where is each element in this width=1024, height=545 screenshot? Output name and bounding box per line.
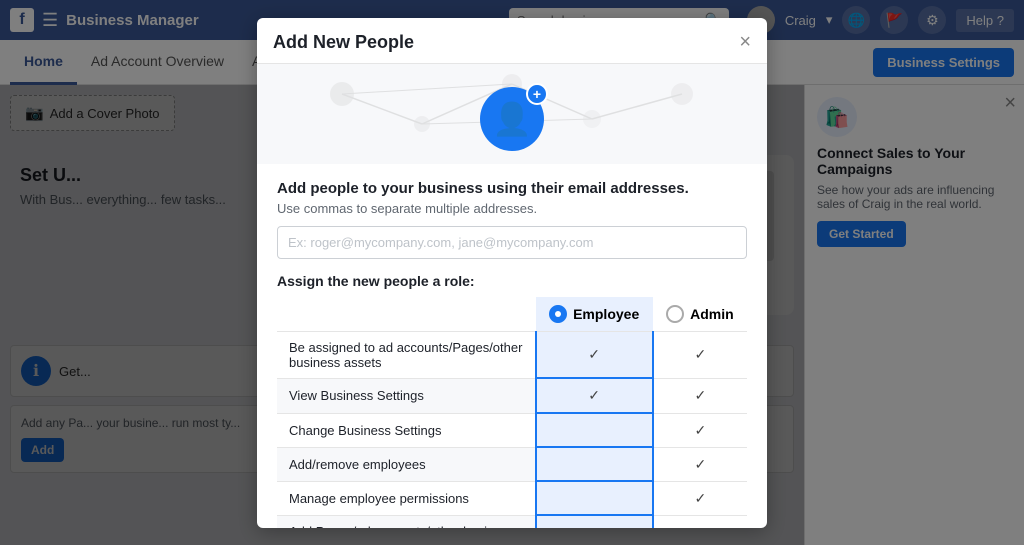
admin-radio-group[interactable]: Admin [665,305,735,323]
employee-check-cell [536,481,653,515]
email-input[interactable] [277,226,747,259]
admin-label: Admin [690,306,734,322]
employee-check-cell [536,413,653,447]
table-row: Be assigned to ad accounts/Pages/other b… [277,331,747,378]
employee-label: Employee [573,306,639,322]
checkmark-icon: ✓ [695,456,707,472]
table-row: Add/remove employees ✓ [277,447,747,481]
modal-title: Add New People [273,32,414,53]
checkmark-icon: ✓ [695,490,707,506]
instructions-title: Add people to your business using their … [277,180,747,197]
feature-label: Be assigned to ad accounts/Pages/other b… [277,331,536,378]
person-add-icon: 👤 + [480,87,544,151]
role-section-label: Assign the new people a role: [277,273,747,289]
employee-radio-checked[interactable] [549,305,567,323]
table-row: Add Pages/ad accounts/other business ass… [277,515,747,528]
feature-label: Add/remove employees [277,447,536,481]
instructions-sub: Use commas to separate multiple addresse… [277,201,747,216]
admin-check-cell: ✓ [653,481,747,515]
table-row: Manage employee permissions ✓ [277,481,747,515]
admin-check-cell: ✓ [653,378,747,413]
role-section: Assign the new people a role: Employee [277,273,747,528]
feature-label: Add Pages/ad accounts/other business ass… [277,515,536,528]
table-row: Change Business Settings ✓ [277,413,747,447]
employee-column-header[interactable]: Employee [536,297,653,332]
person-silhouette-icon: 👤 [492,100,532,138]
checkmark-icon: ✓ [588,346,600,362]
employee-check-cell [536,515,653,528]
admin-radio-unchecked[interactable] [666,305,684,323]
admin-check-cell: ✓ [653,331,747,378]
table-row: View Business Settings ✓ ✓ [277,378,747,413]
role-table: Employee Admin Be assigned [277,297,747,528]
checkmark-icon: ✓ [695,387,707,403]
modal-overlay: Add New People × 👤 + [0,0,1024,545]
plus-badge-icon: + [526,83,548,105]
feature-label: Manage employee permissions [277,481,536,515]
checkmark-icon: ✓ [588,387,600,403]
feature-label: Change Business Settings [277,413,536,447]
admin-column-header[interactable]: Admin [653,297,747,332]
employee-radio-group[interactable]: Employee [548,305,641,323]
modal-body: Add people to your business using their … [257,164,767,528]
modal-close-button[interactable]: × [739,32,751,52]
checkmark-icon: ✓ [695,346,707,362]
admin-check-cell: ✓ [653,413,747,447]
employee-check-cell: ✓ [536,378,653,413]
employee-check-cell: ✓ [536,331,653,378]
checkmark-icon: ✓ [695,422,707,438]
admin-check-cell: ✓ [653,447,747,481]
add-new-people-modal: Add New People × 👤 + [257,18,767,528]
modal-header: Add New People × [257,18,767,64]
feature-label: View Business Settings [277,378,536,413]
modal-hero: 👤 + [257,64,767,164]
admin-check-cell: ✓ [653,515,747,528]
employee-check-cell [536,447,653,481]
